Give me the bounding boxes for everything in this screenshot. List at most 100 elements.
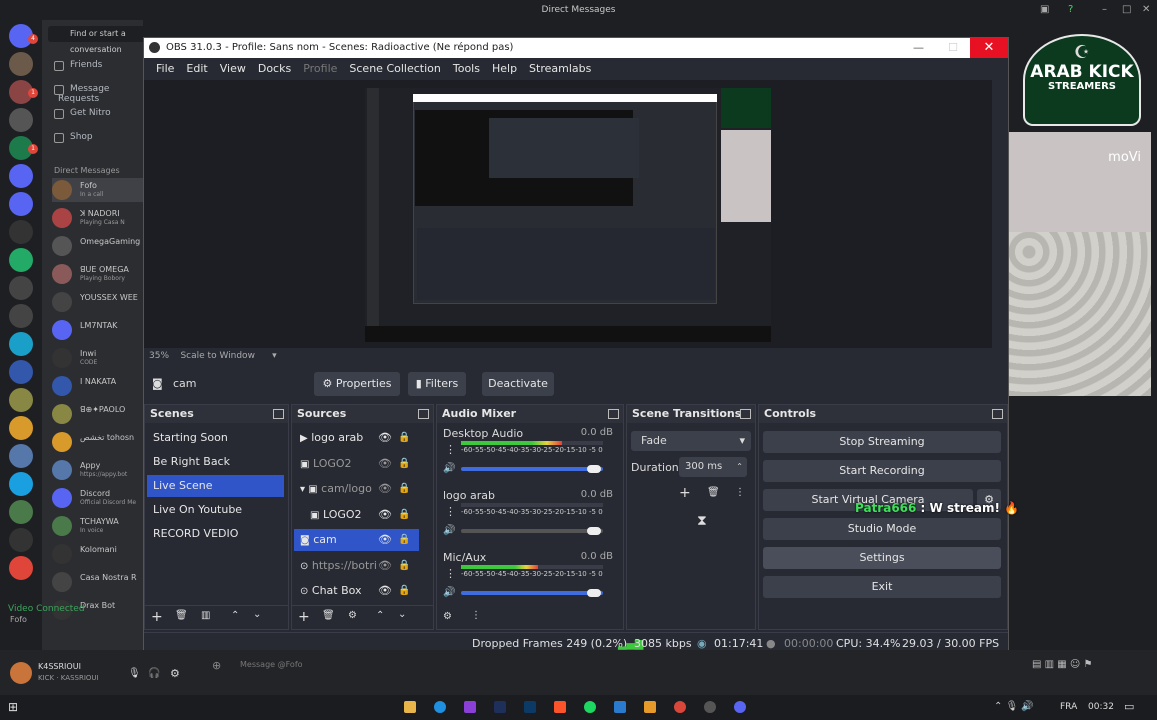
visibility-eye-icon[interactable]: 👁 [378,504,392,526]
visibility-eye-icon[interactable]: 👁 [378,453,392,475]
menu-edit[interactable]: Edit [180,58,213,80]
discord-taskbar-icon[interactable] [734,701,746,713]
move-down-icon[interactable]: ⌄ [398,609,406,620]
server-icon[interactable] [9,500,33,524]
new-server-icon[interactable] [9,556,33,580]
app-icon[interactable] [644,701,656,713]
edge-icon[interactable] [434,701,446,713]
server-icon[interactable] [9,192,33,216]
remove-scene-icon[interactable]: 🗑 [175,610,188,621]
lock-icon[interactable]: 🔒 [398,478,410,500]
muted-speaker-icon[interactable]: 🔊 [443,525,455,536]
message-requests-nav[interactable]: Message Requests [54,84,143,104]
menu-streamlabs[interactable]: Streamlabs [523,58,597,80]
scene-item[interactable]: RECORD VEDIO [147,523,284,545]
server-icon[interactable] [9,220,33,244]
nitro-nav[interactable]: Get Nitro [54,108,111,119]
server-icon[interactable] [9,444,33,468]
scene-item[interactable]: Starting Soon [147,427,284,449]
after-effects-icon[interactable] [494,701,506,713]
source-item[interactable]: ▾ ▣ cam/logo 👁 🔒 [294,478,419,500]
photoshop-icon[interactable] [524,701,536,713]
spotify-icon[interactable] [584,701,596,713]
lock-icon[interactable]: 🔒 [398,453,410,475]
visibility-eye-icon[interactable]: 👁 [378,478,392,500]
source-item[interactable]: ⊙ https://botri 👁 🔒 [294,555,419,577]
start-recording-button[interactable]: Start Recording [763,460,1001,482]
notifications-icon[interactable]: ▭ [1124,700,1134,713]
source-settings-icon[interactable]: ⚙ [348,610,357,621]
mixer-menu-icon[interactable]: ⋮ [471,610,481,621]
add-attachment-icon[interactable]: ⊕ [212,659,221,672]
lock-icon[interactable]: 🔒 [398,555,410,577]
filters-button[interactable]: ▮ Filters [408,372,466,396]
server-icon[interactable] [9,416,33,440]
server-icon[interactable] [9,360,33,384]
maximize-icon[interactable]: ☐ [948,38,958,58]
volume-slider[interactable] [461,591,603,595]
move-up-icon[interactable]: ⌃ [376,610,384,621]
volume-knob[interactable] [587,527,601,535]
speaker-icon[interactable]: 🔊 [443,463,455,474]
message-input[interactable]: Message @Fofo [240,660,303,669]
transition-menu-icon[interactable]: ⋮ [735,487,745,498]
volume-knob[interactable] [587,589,601,597]
remove-transition-icon[interactable]: 🗑 [707,487,720,498]
chrome-icon[interactable] [674,701,686,713]
minimize-icon[interactable]: — [913,38,924,58]
source-item[interactable]: ◙ cam 👁 🔒 [294,529,419,551]
menu-file[interactable]: File [150,58,180,80]
clock[interactable]: 00:32 [1088,702,1114,712]
scale-indicator[interactable]: 35% Scale to Window ▾ [149,351,277,361]
mic-icon[interactable]: 🎙 [128,668,141,679]
app-icon[interactable] [464,701,476,713]
menu-view[interactable]: View [214,58,252,80]
minimize-icon[interactable]: – [1102,0,1107,20]
maximize-icon[interactable]: □ [1122,0,1131,20]
menu-tools[interactable]: Tools [447,58,486,80]
menu-help[interactable]: Help [486,58,523,80]
channel-menu-icon[interactable]: ⋮ [445,443,456,456]
obs-taskbar-icon[interactable] [704,701,716,713]
preview-canvas[interactable] [144,80,992,348]
stop-streaming-button[interactable]: Stop Streaming [763,431,1001,453]
visibility-eye-icon[interactable]: 👁 [378,427,392,449]
server-icon[interactable] [9,164,33,188]
move-up-icon[interactable]: ⌃ [231,610,239,621]
lock-icon[interactable]: 🔒 [398,580,410,602]
server-icon[interactable] [9,528,33,552]
gif-icon[interactable]: ▤ ▥ ▦ ☺ ⚑ [1032,659,1092,670]
file-explorer-icon[interactable] [404,701,416,713]
studio-mode-button[interactable]: Studio Mode [763,518,1001,540]
source-item[interactable]: ▶ logo arab 👁 🔒 [294,427,419,449]
channel-menu-icon[interactable]: ⋮ [445,567,456,580]
avatar[interactable] [10,662,32,684]
brave-icon[interactable] [554,701,566,713]
visibility-eye-icon[interactable]: 👁 [378,580,392,602]
server-icon[interactable] [9,332,33,356]
menu-profile[interactable]: Profile [297,58,343,80]
scene-item[interactable]: Live On Youtube [147,499,284,521]
settings-button[interactable]: Settings [763,547,1001,569]
shop-nav[interactable]: Shop [54,132,93,143]
lock-icon[interactable]: 🔒 [398,504,410,526]
scene-item[interactable]: Be Right Back [147,451,284,473]
exit-button[interactable]: Exit [763,576,1001,598]
add-transition-icon[interactable]: + [679,485,691,501]
server-icon[interactable] [9,276,33,300]
channel-menu-icon[interactable]: ⋮ [445,505,456,518]
visibility-eye-icon[interactable]: 👁 [378,555,392,577]
source-item[interactable]: ⊙ Chat Box 👁 🔒 [294,580,419,602]
menu-docks[interactable]: Docks [252,58,297,80]
volume-slider[interactable] [461,467,603,471]
deactivate-button[interactable]: Deactivate [482,372,554,396]
settings-icon[interactable]: ⚙ [170,667,180,680]
windows-start-icon[interactable]: ⊞ [8,700,18,714]
server-icon[interactable] [9,388,33,412]
close-icon[interactable]: ✕ [970,38,1008,58]
volume-knob[interactable] [587,465,601,473]
inbox-icon[interactable]: ▣ [1040,0,1049,20]
server-icon[interactable] [9,472,33,496]
properties-button[interactable]: ⚙ Properties [314,372,400,396]
vscode-icon[interactable] [614,701,626,713]
